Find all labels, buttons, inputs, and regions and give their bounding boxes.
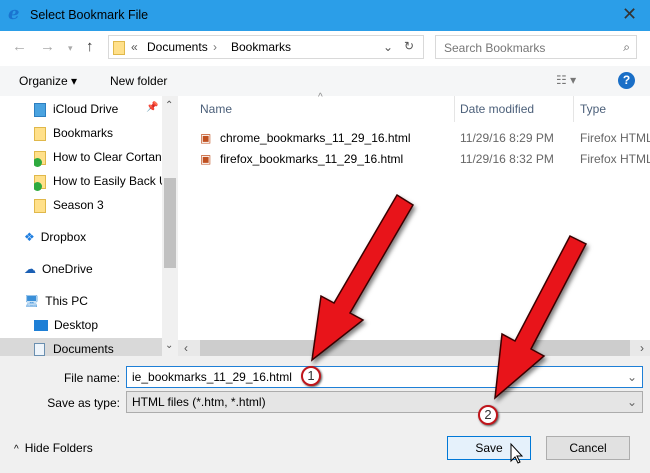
tree-label: How to Clear Cortan — [53, 150, 162, 164]
save-as-type-select[interactable]: HTML files (*.htm, *.html) ⌄ — [126, 391, 643, 413]
file-name-value: ie_bookmarks_11_29_16.html — [132, 370, 292, 384]
window-title: Select Bookmark File — [30, 8, 149, 22]
organize-button[interactable]: Organize ▾ — [19, 74, 77, 88]
synced-folder-icon — [34, 150, 46, 167]
breadcrumb-documents[interactable]: Documents — [147, 40, 208, 54]
file-list-horizontal-scrollbar[interactable]: ‹ › — [178, 340, 650, 356]
file-type: Firefox HTML — [580, 131, 650, 145]
onedrive-icon: ☁ — [24, 262, 36, 276]
tree-label: Season 3 — [53, 198, 104, 212]
chevron-right-icon: › — [213, 40, 217, 54]
sort-ascending-icon: ^ — [318, 92, 323, 103]
scroll-left-icon[interactable]: ‹ — [184, 341, 188, 355]
scroll-right-icon[interactable]: › — [640, 341, 644, 355]
column-header-name[interactable]: Name — [200, 102, 232, 116]
column-divider — [573, 96, 574, 122]
tree-item-bookmarks[interactable]: Bookmarks — [34, 122, 113, 144]
column-divider — [454, 96, 455, 122]
step-1-badge: 1 — [301, 366, 321, 386]
title-bar: e Select Bookmark File ✕ — [0, 0, 650, 31]
save-as-type-label: Save as type: — [47, 396, 120, 410]
toolbar: Organize ▾ New folder ☷ ▾ ? — [0, 66, 650, 96]
tree-label: Documents — [53, 342, 114, 356]
folder-icon — [34, 198, 46, 213]
close-icon[interactable]: ✕ — [622, 4, 637, 25]
scrollbar-thumb[interactable] — [200, 340, 630, 356]
icloud-icon — [34, 102, 46, 117]
file-name-input[interactable]: ie_bookmarks_11_29_16.html ⌄ — [126, 366, 643, 388]
save-button[interactable]: Save — [447, 436, 531, 460]
pin-icon[interactable]: 📌 — [146, 102, 158, 113]
column-header-date-modified[interactable]: Date modified — [460, 102, 534, 116]
tree-item-how-to-easily-back-up[interactable]: How to Easily Back U — [34, 170, 162, 192]
hide-folders-button[interactable]: ^ Hide Folders — [14, 441, 93, 455]
navigation-pane: iCloud Drive 📌 Bookmarks How to Clear Co… — [0, 96, 178, 360]
tree-label: OneDrive — [42, 262, 93, 276]
folder-icon — [113, 40, 125, 55]
desktop-icon — [34, 320, 48, 332]
file-name-label: File name: — [63, 371, 120, 385]
search-icon: ⌕ — [623, 40, 630, 54]
arrow-1 — [310, 193, 415, 362]
scroll-down-icon[interactable]: ⌄ — [165, 340, 173, 351]
file-date: 11/29/16 8:32 PM — [460, 152, 554, 166]
tree-item-onedrive[interactable]: ☁ OneDrive — [24, 258, 93, 280]
up-icon[interactable]: ↑ — [86, 38, 94, 55]
forward-icon[interactable]: → — [40, 38, 55, 55]
tree-label: This PC — [45, 294, 88, 308]
tree-item-this-pc[interactable]: 🖥 This PC — [24, 290, 88, 312]
search-placeholder: Search Bookmarks — [444, 41, 546, 55]
tree-item-season-3[interactable]: Season 3 — [34, 194, 104, 216]
cancel-button[interactable]: Cancel — [546, 436, 630, 460]
file-name: firefox_bookmarks_11_29_16.html — [220, 152, 404, 166]
refresh-icon[interactable]: ↻ — [404, 39, 414, 53]
chevron-down-icon[interactable]: ⌄ — [383, 40, 393, 54]
tree-label: iCloud Drive — [53, 102, 119, 116]
file-date: 11/29/16 8:29 PM — [460, 131, 554, 145]
column-header-type[interactable]: Type — [580, 102, 606, 116]
breadcrumb-overflow[interactable]: « — [131, 40, 138, 54]
chevron-down-icon[interactable]: ⌄ — [627, 395, 637, 409]
html-file-icon: ▣ — [200, 131, 212, 145]
tree-label: Bookmarks — [53, 126, 114, 140]
tree-item-desktop[interactable]: Desktop — [34, 314, 98, 336]
computer-icon: 🖥 — [24, 294, 40, 308]
chevron-up-icon: ^ — [14, 444, 19, 455]
new-folder-button[interactable]: New folder — [110, 74, 167, 88]
file-type: Firefox HTML — [580, 152, 650, 166]
tree-scrollbar-thumb[interactable] — [164, 178, 176, 268]
scroll-up-icon[interactable]: ⌃ — [165, 100, 173, 111]
step-2-badge: 2 — [478, 405, 498, 425]
breadcrumb-bookmarks[interactable]: Bookmarks — [231, 40, 291, 54]
recent-dropdown-icon[interactable]: ▾ — [68, 43, 73, 54]
file-row[interactable]: ▣ firefox_bookmarks_11_29_16.html 11/29/… — [200, 149, 650, 169]
folder-icon — [34, 126, 46, 141]
tree-item-icloud-drive[interactable]: iCloud Drive — [34, 98, 118, 120]
file-name: chrome_bookmarks_11_29_16.html — [220, 131, 411, 145]
tree-label: Desktop — [54, 318, 99, 332]
file-row[interactable]: ▣ chrome_bookmarks_11_29_16.html 11/29/1… — [200, 128, 650, 148]
save-as-type-value: HTML files (*.htm, *.html) — [132, 395, 266, 409]
back-icon[interactable]: ← — [12, 38, 27, 55]
html-file-icon: ▣ — [200, 152, 212, 166]
chevron-down-icon[interactable]: ⌄ — [627, 370, 637, 384]
internet-explorer-icon: e — [8, 3, 20, 24]
tree-item-how-to-clear-cortana[interactable]: How to Clear Cortan — [34, 146, 162, 168]
search-input[interactable]: Search Bookmarks ⌕ — [435, 35, 637, 59]
address-bar[interactable]: « Documents › Bookmarks ⌄ ↻ — [108, 35, 424, 59]
hide-folders-label: Hide Folders — [24, 441, 93, 455]
tree-label: How to Easily Back U — [53, 174, 162, 188]
tree-label: Dropbox — [40, 230, 87, 244]
view-options-icon[interactable]: ☷ ▾ — [556, 73, 576, 87]
tree-item-dropbox[interactable]: ❖ Dropbox — [24, 226, 86, 248]
synced-folder-icon — [34, 174, 46, 191]
documents-icon — [34, 343, 45, 357]
dropbox-icon: ❖ — [24, 230, 35, 244]
help-icon[interactable]: ? — [618, 72, 635, 89]
